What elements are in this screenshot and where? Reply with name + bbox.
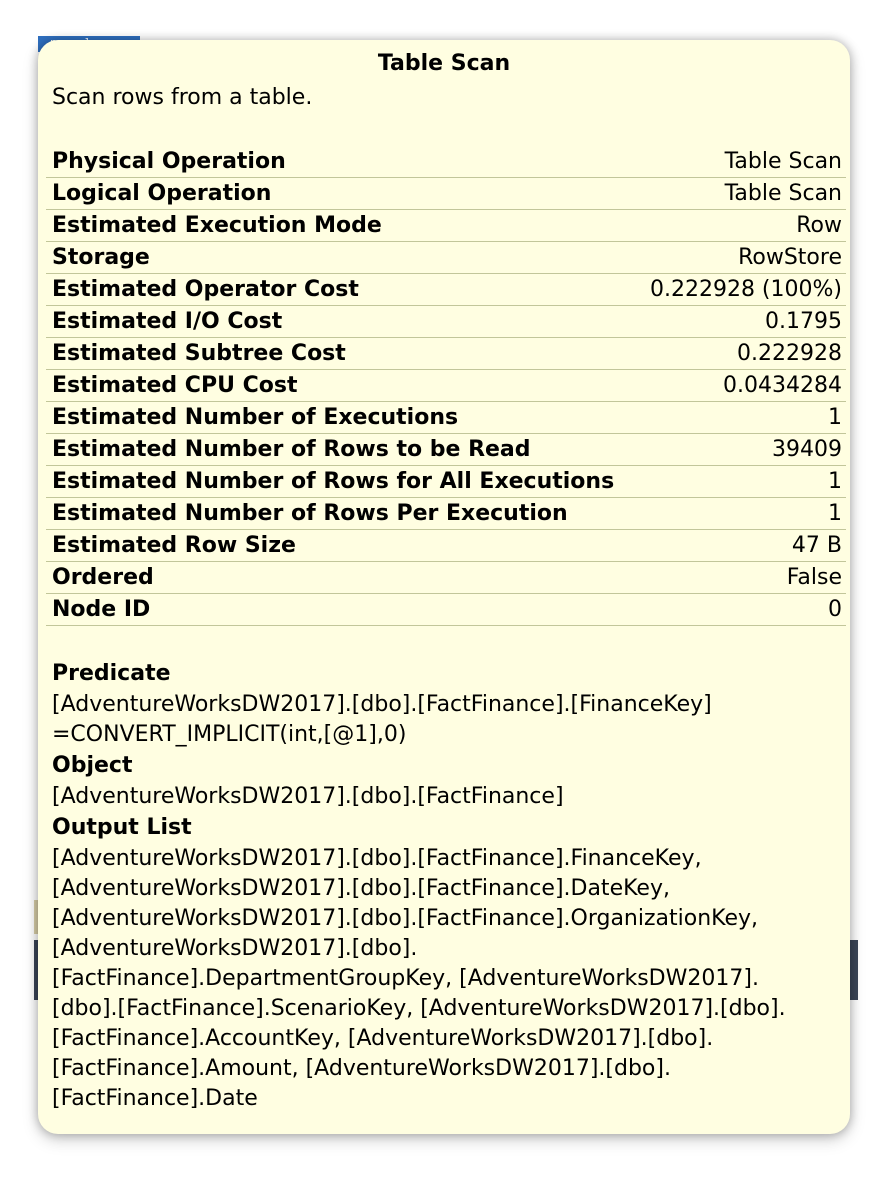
property-name: Estimated Number of Rows for All Executi… bbox=[52, 469, 615, 494]
property-value: RowStore bbox=[738, 245, 842, 270]
property-row: Estimated Subtree Cost 0.222928 bbox=[46, 338, 846, 370]
tooltip-description: Scan rows from a table. bbox=[52, 85, 313, 110]
property-value: 0 bbox=[828, 597, 842, 622]
property-name: Estimated Row Size bbox=[52, 533, 296, 558]
property-value: Table Scan bbox=[724, 149, 842, 174]
property-row: Estimated Number of Rows for All Executi… bbox=[46, 466, 846, 498]
property-value: 0.222928 bbox=[737, 341, 842, 366]
property-value: 1 bbox=[828, 469, 842, 494]
property-value: 0.222928 (100%) bbox=[649, 277, 842, 302]
operator-tooltip: Table Scan Scan rows from a table. Physi… bbox=[38, 40, 850, 1134]
property-row: Estimated Execution Mode Row bbox=[46, 210, 846, 242]
property-name: Estimated Operator Cost bbox=[52, 277, 359, 302]
output-list-line: [dbo].[FactFinance].ScenarioKey, [Advent… bbox=[52, 996, 786, 1021]
output-list-line: [AdventureWorksDW2017].[dbo]. bbox=[52, 936, 418, 961]
property-row: Estimated Number of Rows to be Read 39409 bbox=[46, 434, 846, 466]
tooltip-title: Table Scan bbox=[377, 51, 511, 76]
property-row: Estimated Operator Cost 0.222928 (100%) bbox=[46, 274, 846, 306]
output-list-line: [FactFinance].Amount, [AdventureWorksDW2… bbox=[52, 1056, 671, 1081]
object-label: Object bbox=[52, 753, 133, 778]
output-list-line: [AdventureWorksDW2017].[dbo].[FactFinanc… bbox=[52, 906, 759, 931]
property-value: Row bbox=[796, 213, 842, 238]
output-list-line: [FactFinance].Date bbox=[52, 1086, 258, 1111]
predicate-line: =CONVERT_IMPLICIT(int,[@1],0) bbox=[52, 722, 407, 747]
predicate-line: [AdventureWorksDW2017].[dbo].[FactFinanc… bbox=[52, 692, 712, 717]
output-list-line: [AdventureWorksDW2017].[dbo].[FactFinanc… bbox=[52, 876, 670, 901]
property-value: 1 bbox=[828, 501, 842, 526]
property-value: 0.0434284 bbox=[723, 373, 842, 398]
predicate-text: [AdventureWorksDW2017].[dbo].[FactFinanc… bbox=[52, 690, 842, 750]
output-list-line: [AdventureWorksDW2017].[dbo].[FactFinanc… bbox=[52, 846, 702, 871]
property-value: 39409 bbox=[772, 437, 842, 462]
property-name: Estimated Number of Executions bbox=[52, 405, 459, 430]
property-name: Estimated Number of Rows to be Read bbox=[52, 437, 531, 462]
property-row: Estimated Row Size 47 B bbox=[46, 530, 846, 562]
property-row: Ordered False bbox=[46, 562, 846, 594]
details-sections: Predicate [AdventureWorksDW2017].[dbo]. [… bbox=[52, 658, 842, 1114]
output-list-line: [FactFinance].DepartmentGroupKey, [Adven… bbox=[52, 966, 759, 991]
property-row: Estimated CPU Cost 0.0434284 bbox=[46, 370, 846, 402]
property-name: Estimated CPU Cost bbox=[52, 373, 298, 398]
property-row: Physical Operation Table Scan bbox=[46, 146, 846, 178]
object-line: [AdventureWorksDW2017].[dbo].[FactFinanc… bbox=[52, 784, 564, 809]
output-list-line: [FactFinance].AccountKey, [AdventureWork… bbox=[52, 1026, 714, 1051]
property-row: Logical Operation Table Scan bbox=[46, 178, 846, 210]
output-list-text: [AdventureWorksDW2017].[dbo]. [FactFinanc… bbox=[52, 844, 842, 1114]
property-value: 1 bbox=[828, 405, 842, 430]
property-name: Ordered bbox=[52, 565, 154, 590]
properties-table: Physical Operation Table Scan Logical Oper… bbox=[46, 146, 846, 626]
property-name: Estimated I/O Cost bbox=[52, 309, 283, 334]
property-name: Physical Operation bbox=[52, 149, 286, 174]
property-name: Estimated Execution Mode bbox=[52, 213, 382, 238]
output-list-section: Output List [AdventureWorksDW2017].[dbo]… bbox=[52, 812, 842, 1114]
predicate-section: Predicate [AdventureWorksDW2017].[dbo].[… bbox=[52, 658, 842, 750]
property-row: Estimated I/O Cost 0.1795 bbox=[46, 306, 846, 338]
property-value: 47 B bbox=[791, 533, 842, 558]
property-value: Table Scan bbox=[724, 181, 842, 206]
object-text: [AdventureWorksDW2017].[dbo].[FactFinanc… bbox=[52, 782, 842, 812]
predicate-label: Predicate bbox=[52, 661, 171, 686]
property-value: False bbox=[786, 565, 842, 590]
property-row: Node ID 0 bbox=[46, 594, 846, 626]
property-row: Storage RowStore bbox=[46, 242, 846, 274]
property-row: Estimated Number of Rows Per Execution 1 bbox=[46, 498, 846, 530]
property-name: Logical Operation bbox=[52, 181, 272, 206]
property-name: Node ID bbox=[52, 597, 151, 622]
property-value: 0.1795 bbox=[765, 309, 842, 334]
property-name: Storage bbox=[52, 245, 150, 270]
object-section: Object [AdventureWorksDW2017].[dbo].[Fac… bbox=[52, 750, 842, 812]
property-row: Estimated Number of Executions 1 bbox=[46, 402, 846, 434]
property-name: Estimated Subtree Cost bbox=[52, 341, 346, 366]
property-name: Estimated Number of Rows Per Execution bbox=[52, 501, 568, 526]
output-list-label: Output List bbox=[52, 815, 192, 840]
